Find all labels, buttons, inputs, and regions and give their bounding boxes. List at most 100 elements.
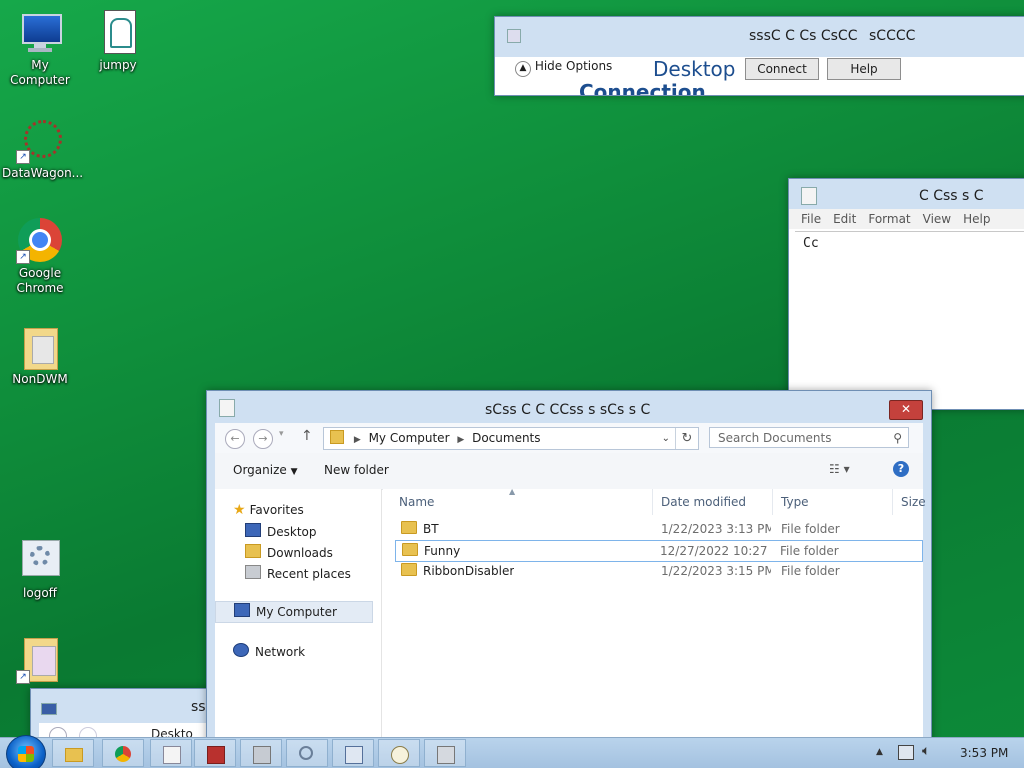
- menu-edit[interactable]: Edit: [833, 209, 856, 229]
- star-icon: ★: [233, 502, 246, 518]
- explorer-window[interactable]: sCss C C CCss s sCs s C ✕ ← → ▾ ↑ ▶ My C…: [206, 390, 932, 752]
- taskbar-chrome[interactable]: [102, 739, 144, 767]
- printer-icon: [437, 746, 455, 764]
- organize-button[interactable]: Organize ▼: [233, 463, 298, 477]
- magnifier-icon: [299, 746, 313, 760]
- gear-icon: [16, 536, 64, 584]
- notepad-text-area[interactable]: Cc: [795, 231, 1024, 409]
- show-hidden-icons[interactable]: ▲: [876, 747, 883, 757]
- file-row-selected[interactable]: Funny 12/27/2022 10:27 ... File folder: [395, 540, 923, 562]
- rdp-app-icon: [507, 29, 521, 43]
- column-header-name[interactable]: Name: [391, 489, 653, 515]
- taskbar-remote-desktop[interactable]: [332, 739, 374, 767]
- desktop-icon-label: jumpy: [99, 58, 137, 72]
- network-tray-icon[interactable]: [898, 745, 914, 760]
- chevron-up-icon: ▲: [515, 61, 531, 77]
- desktop-icon-logoff[interactable]: logoff: [2, 536, 78, 601]
- desktop-icon-nondwm[interactable]: NonDWM: [2, 322, 78, 387]
- desktop-icon-label: Google Chrome: [16, 266, 64, 295]
- command-bar: Organize ▼ New folder ☷ ▾ ?: [215, 453, 923, 490]
- remote-desktop-window[interactable]: sssC C Cs CsCC sCCCC ▲ Hide Options Desk…: [494, 16, 1024, 96]
- explorer-window-icon: [219, 399, 235, 417]
- search-input[interactable]: Search Documents ⚲: [709, 427, 909, 448]
- notepad-window[interactable]: C Css s C File Edit Format View Help Cc: [788, 178, 1024, 410]
- clock[interactable]: 3:53 PM: [960, 746, 1008, 760]
- up-icon[interactable]: ↑: [301, 428, 313, 444]
- nav-downloads-label: Downloads: [267, 546, 333, 560]
- shortcut-arrow-icon: ↗: [16, 250, 30, 264]
- help-icon[interactable]: ?: [893, 461, 909, 477]
- taskbar-explorer[interactable]: [52, 739, 94, 767]
- column-header-size[interactable]: Size: [893, 489, 933, 515]
- menu-view[interactable]: View: [923, 209, 951, 229]
- desktop-icon-google-chrome[interactable]: ↗ Google Chrome: [2, 216, 78, 296]
- file-type: File folder: [781, 522, 840, 536]
- taskbar-app-printer-2[interactable]: [424, 739, 466, 767]
- hide-options-button[interactable]: ▲ Hide Options: [515, 59, 612, 77]
- menu-format[interactable]: Format: [868, 209, 910, 229]
- chevron-down-icon: ▼: [290, 467, 298, 477]
- hide-options-label: Hide Options: [534, 59, 613, 73]
- notepad-menubar: File Edit Format View Help: [789, 209, 1024, 229]
- taskbar-app-printer[interactable]: [240, 739, 282, 767]
- nav-my-computer[interactable]: My Computer: [215, 601, 373, 623]
- folder-icon: [330, 430, 344, 444]
- file-row[interactable]: BT 1/22/2023 3:13 PM File folder: [383, 519, 923, 539]
- column-header-type[interactable]: Type: [773, 489, 893, 515]
- toolbox-icon: [207, 746, 225, 764]
- window-icon: [41, 703, 57, 715]
- folder-icon: [16, 322, 64, 370]
- file-row[interactable]: RibbonDisabler 1/22/2023 3:15 PM File fo…: [383, 561, 923, 581]
- nav-recent-places[interactable]: Recent places: [245, 565, 351, 583]
- refresh-icon[interactable]: ↻: [675, 428, 698, 449]
- new-folder-button[interactable]: New folder: [324, 463, 389, 477]
- shortcut-arrow-icon: ↗: [16, 670, 30, 684]
- taskbar-notepad[interactable]: [150, 739, 192, 767]
- volume-icon[interactable]: 🔈︎: [922, 743, 930, 759]
- file-date: 12/27/2022 10:27 ...: [660, 544, 770, 558]
- organize-label: Organize: [233, 463, 287, 477]
- nav-downloads[interactable]: Downloads: [245, 544, 333, 562]
- folder-icon: [402, 543, 418, 556]
- shortcut-arrow-icon: ↗: [16, 150, 30, 164]
- explorer-titlebar[interactable]: sCss C C CCss s sCs s C ✕: [207, 391, 931, 421]
- menu-file[interactable]: File: [801, 209, 821, 229]
- taskbar-clock-app[interactable]: [378, 739, 420, 767]
- file-name: RibbonDisabler: [423, 564, 515, 578]
- breadcrumb-documents[interactable]: Documents: [472, 431, 540, 445]
- taskbar-app-red[interactable]: [194, 739, 236, 767]
- address-bar[interactable]: ▶ My Computer ▶ Documents ⌄ ↻: [323, 427, 699, 450]
- forward-icon[interactable]: →: [253, 429, 273, 449]
- search-icon[interactable]: ⚲: [893, 428, 902, 449]
- desktop-icon-jumpy[interactable]: jumpy: [80, 8, 156, 73]
- breadcrumb-my-computer[interactable]: My Computer: [369, 431, 450, 445]
- view-options-icon[interactable]: ☷ ▾: [829, 462, 850, 476]
- nav-desktop[interactable]: Desktop: [245, 523, 317, 541]
- folder-icon: ↗: [16, 636, 64, 684]
- desktop-icon-label: NonDWM: [12, 372, 68, 386]
- menu-help[interactable]: Help: [963, 209, 990, 229]
- windows-logo-icon: [18, 746, 34, 762]
- file-name: Funny: [424, 544, 461, 558]
- start-button[interactable]: [6, 735, 46, 768]
- desktop-icon-label: logoff: [23, 586, 57, 600]
- recent-dropdown-icon[interactable]: ▾: [279, 429, 284, 439]
- back-icon[interactable]: ←: [225, 429, 245, 449]
- rdp-titlebar[interactable]: sssC C Cs CsCC sCCCC: [495, 17, 1024, 57]
- close-button[interactable]: ✕: [889, 400, 923, 420]
- desktop-icon-my-computer[interactable]: My Computer: [2, 8, 78, 88]
- connect-button[interactable]: Connect: [745, 58, 819, 80]
- nav-favorites[interactable]: ★ Favorites: [233, 501, 304, 519]
- explorer-body: ← → ▾ ↑ ▶ My Computer ▶ Documents ⌄ ↻ Se…: [215, 423, 926, 751]
- nav-recent-label: Recent places: [267, 567, 351, 581]
- desktop-icon-datawagon[interactable]: ↗ DataWagon...: [2, 116, 83, 181]
- desktop-icon-shortcut-folder[interactable]: ↗: [2, 636, 78, 686]
- taskbar-search[interactable]: [286, 739, 328, 767]
- notepad-titlebar[interactable]: C Css s C: [789, 179, 1024, 209]
- rdp-brand-sub: Connection: [579, 80, 706, 95]
- clock-icon: [391, 746, 409, 764]
- nav-network[interactable]: Network: [233, 643, 305, 661]
- address-dropdown-icon[interactable]: ⌄: [662, 428, 670, 449]
- help-button[interactable]: Help: [827, 58, 901, 80]
- column-header-date[interactable]: Date modified: [653, 489, 773, 515]
